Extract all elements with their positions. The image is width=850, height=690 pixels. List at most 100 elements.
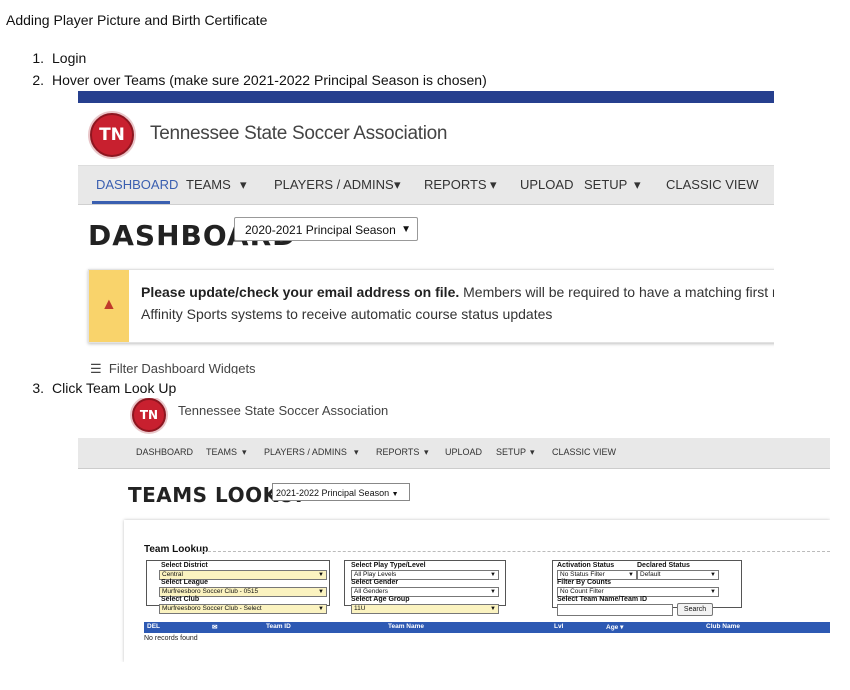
nav-reports[interactable]: REPORTS (424, 177, 487, 192)
column-team-id[interactable]: Team ID (266, 623, 291, 630)
team-lookup-panel: Team Lookup Select District Central ▼ Sel… (124, 520, 830, 662)
nav-upload[interactable]: UPLOAD (445, 447, 482, 457)
column-del[interactable]: DEL (147, 623, 160, 630)
club-value: Murfreesboro Soccer Club - Select (162, 605, 262, 612)
divider (198, 551, 830, 552)
step-number: 1. (32, 50, 44, 66)
panel-title: Team Lookup (144, 544, 209, 555)
chevron-down-icon[interactable]: ▾ (424, 447, 429, 458)
top-accent-bar (78, 91, 774, 103)
dashboard-screenshot: TN Tennessee State Soccer Association DA… (78, 91, 774, 374)
chevron-down-icon: ▼ (391, 491, 399, 498)
nav-reports[interactable]: REPORTS (376, 447, 419, 457)
play-type-label: Select Play Type/Level (351, 562, 426, 569)
nav-classic-view[interactable]: CLASSIC VIEW (552, 447, 616, 457)
league-value: Murfreesboro Soccer Club - 0515 (162, 588, 259, 595)
search-button[interactable]: Search (677, 603, 713, 616)
tssa-logo[interactable]: TN (90, 113, 134, 157)
alert-bold-text: Please update/check your email address o… (141, 284, 460, 300)
age-group-select[interactable]: 11U ▼ (351, 604, 499, 614)
chevron-down-icon: ▼ (710, 572, 716, 578)
step-2: 2. Hover over Teams (make sure 2021-2022 … (20, 72, 487, 88)
nav-teams[interactable]: TEAMS (186, 177, 231, 192)
season-select[interactable]: 2020-2021 Principal Season ▼ (234, 217, 418, 241)
main-nav: DASHBOARD TEAMS ▾ PLAYERS / ADMINS ▾ REP… (78, 165, 774, 205)
step-1: 1. Login (20, 50, 86, 66)
season-select[interactable]: 2021-2022 Principal Season ▼ (272, 483, 410, 501)
chevron-down-icon: ▼ (318, 572, 324, 578)
chevron-down-icon: ▼ (628, 572, 634, 578)
chevron-down-icon: ▼ (490, 589, 496, 595)
nav-dashboard[interactable]: DASHBOARD (96, 177, 178, 192)
chevron-down-icon[interactable]: ▾ (240, 177, 247, 193)
brand-name: Tennessee State Soccer Association (150, 123, 448, 144)
column-team-name[interactable]: Team Name (388, 623, 424, 630)
declared-status-select[interactable]: Default ▼ (637, 570, 719, 580)
gender-label: Select Gender (351, 579, 399, 586)
chevron-down-icon[interactable]: ▾ (354, 447, 359, 458)
team-name-label: Select Team Name/Team ID (557, 596, 648, 603)
teams-lookup-screenshot: TN Tennessee State Soccer Association DA… (78, 398, 830, 662)
nav-setup[interactable]: SETUP (584, 177, 627, 192)
step-number: 3. (32, 380, 44, 396)
chevron-down-icon: ▼ (710, 589, 716, 595)
counts-value: No Count Filter (560, 588, 604, 595)
location-filter-box: Select District Central ▼ Select League M… (146, 560, 330, 614)
season-select-value: 2020-2021 Principal Season (245, 223, 396, 237)
chevron-down-icon[interactable]: ▾ (490, 177, 497, 193)
step-3: 3. Click Team Look Up (20, 380, 176, 396)
filter-dashboard-widgets[interactable]: ☰ Filter Dashboard Widgets (90, 361, 256, 374)
chevron-down-icon[interactable]: ▾ (634, 177, 641, 193)
activation-status-label: Activation Status (557, 562, 615, 569)
declared-status-label: Declared Status (637, 562, 690, 569)
district-label: Select District (161, 562, 208, 569)
tssa-logo[interactable]: TN (132, 398, 166, 432)
chevron-down-icon: ▼ (490, 606, 496, 612)
nav-players-admins[interactable]: PLAYERS / ADMINS (264, 447, 347, 457)
chevron-down-icon: ▼ (490, 572, 496, 578)
chevron-down-icon: ▼ (401, 224, 411, 235)
chevron-down-icon: ▼ (318, 606, 324, 612)
play-filter-box: Select Play Type/Level All Play Levels ▼ … (344, 560, 506, 614)
chevron-down-icon[interactable]: ▾ (530, 447, 535, 458)
counts-label: Filter By Counts (557, 579, 612, 586)
gender-value: All Genders (354, 588, 388, 595)
nav-dashboard[interactable]: DASHBOARD (136, 447, 193, 457)
filter-label: Filter Dashboard Widgets (108, 361, 256, 374)
brand-name: Tennessee State Soccer Association (178, 403, 389, 418)
document-title: Adding Player Picture and Birth Certific… (6, 12, 268, 28)
age-group-value: 11U (354, 605, 366, 612)
step-text: Click Team Look Up (52, 380, 177, 396)
alert-message-line-2: Affinity Sports systems to receive autom… (141, 306, 553, 322)
column-age[interactable]: Age ▾ (606, 623, 623, 631)
nav-classic-view[interactable]: CLASSIC VIEW (666, 177, 758, 192)
column-club-name[interactable]: Club Name (706, 623, 740, 630)
nav-teams[interactable]: TEAMS (206, 447, 237, 457)
column-lvl[interactable]: Lvl (554, 623, 563, 630)
menu-icon: ☰ (90, 361, 102, 374)
step-text: Login (52, 50, 87, 66)
season-select-value: 2021-2022 Principal Season (276, 488, 390, 498)
nav-players-admins[interactable]: PLAYERS / ADMINS (274, 177, 394, 192)
age-group-label: Select Age Group (351, 596, 410, 603)
chevron-down-icon[interactable]: ▾ (394, 177, 401, 193)
mail-icon[interactable]: ✉ (212, 623, 217, 631)
team-name-input[interactable] (557, 604, 673, 616)
alert-message: Please update/check your email address o… (141, 284, 774, 300)
club-select[interactable]: Murfreesboro Soccer Club - Select ▼ (159, 604, 327, 614)
club-label: Select Club (161, 596, 200, 603)
warning-icon: ▲ (101, 296, 117, 313)
nav-upload[interactable]: UPLOAD (520, 177, 573, 192)
chevron-down-icon: ▼ (318, 589, 324, 595)
alert-rest-text: Members will be required to have a match… (459, 284, 774, 300)
status-filter-box: Activation Status Declared Status No Sta… (552, 560, 742, 616)
step-text: Hover over Teams (make sure 2021-2022 Pr… (52, 72, 487, 88)
email-alert-banner: ▲ Please update/check your email address… (88, 269, 774, 343)
chevron-down-icon[interactable]: ▾ (242, 447, 247, 458)
declared-status-value: Default (640, 571, 661, 578)
results-table-header: DEL ✉ Team ID Team Name Lvl Age ▾ Club N… (144, 622, 830, 633)
activation-status-value: No Status Filter (560, 571, 605, 578)
main-nav: DASHBOARD TEAMS ▾ PLAYERS / ADMINS ▾ REP… (78, 438, 830, 469)
nav-setup[interactable]: SETUP (496, 447, 526, 457)
league-label: Select League (161, 579, 209, 586)
